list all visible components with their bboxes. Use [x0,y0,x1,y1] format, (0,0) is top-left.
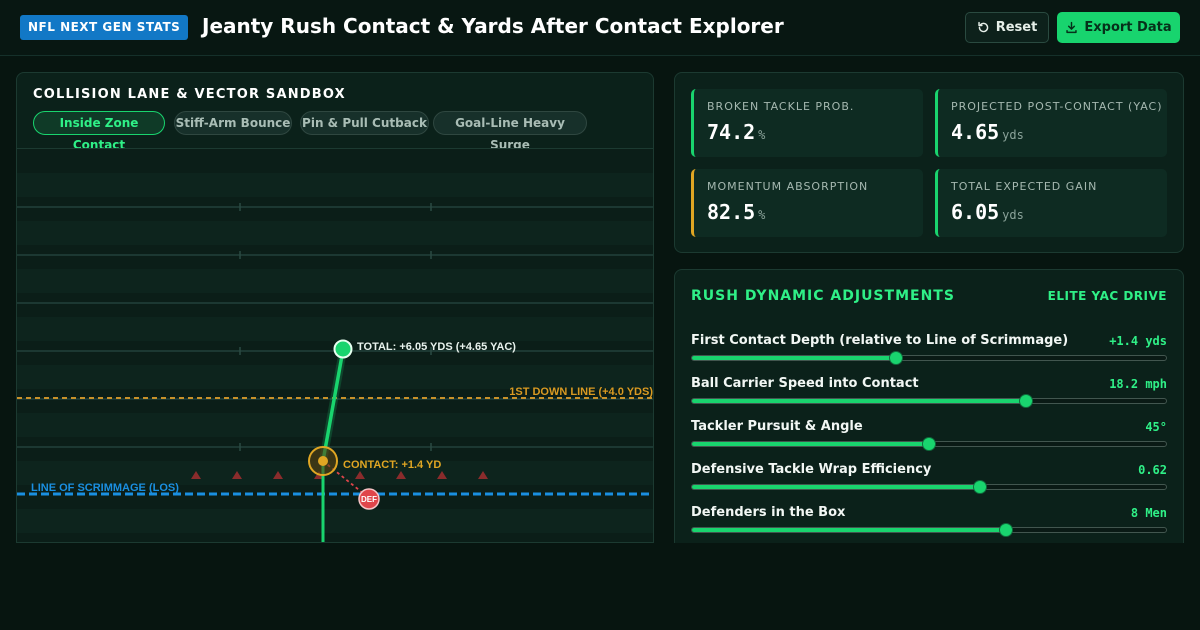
slider-wrap-efficiency: Defensive Tackle Wrap Efficiency 0.62 [691,462,1167,498]
slider-label: Ball Carrier Speed into Contact [691,376,919,391]
stat-value: 82.5% [707,200,766,224]
slider-track[interactable] [691,523,1167,537]
slider-value: 18.2 mph [1109,377,1167,391]
stat-card-broken-tackle: BROKEN TACKLE PROB. 74.2% [691,89,923,157]
reset-button-label: Reset [995,20,1038,35]
slider-track[interactable] [691,394,1167,408]
field-canvas: 1ST DOWN LINE (+4.0 YDS) LINE OF SCRIMMA… [17,149,653,542]
stat-label: PROJECTED POST-CONTACT (YAC) [951,100,1163,113]
preset-chip-pin-pull[interactable]: Pin & Pull Cutback [300,111,429,135]
stat-card-yac: PROJECTED POST-CONTACT (YAC) 4.65 yds [935,89,1167,157]
total-gain-endpoint[interactable] [333,339,353,359]
preset-chip-goal-line[interactable]: Goal-Line Heavy Surge [433,111,587,152]
contact-label: CONTACT: +1.4 YD [343,459,441,471]
stat-label: MOMENTUM ABSORPTION [707,180,869,193]
sandbox-title: COLLISION LANE & VECTOR SANDBOX [33,87,346,102]
export-data-button[interactable]: Export Data [1057,12,1180,43]
slider-track[interactable] [691,437,1167,451]
football-field[interactable]: 1ST DOWN LINE (+4.0 YDS) LINE OF SCRIMMA… [17,148,653,542]
page-title: Jeanty Rush Contact & Yards After Contac… [202,14,784,38]
slider-track[interactable] [691,480,1167,494]
slider-value: +1.4 yds [1109,334,1167,348]
slider-thumb[interactable] [1019,394,1034,408]
slider-thumb[interactable] [922,437,936,451]
preset-chip-stiff-arm[interactable]: Stiff-Arm Bounce [174,111,292,135]
slider-value: 0.62 [1138,463,1167,477]
stat-card-momentum: MOMENTUM ABSORPTION 82.5% [691,169,923,237]
stat-label: TOTAL EXPECTED GAIN [951,180,1098,193]
slider-label: Defenders in the Box [691,505,846,520]
slider-label: Defensive Tackle Wrap Efficiency [691,462,932,477]
slider-contact-depth: First Contact Depth (relative to Line of… [691,333,1167,369]
reset-button[interactable]: Reset [965,12,1049,43]
rush-adjustments-panel: RUSH DYNAMIC ADJUSTMENTS ELITE YAC DRIVE… [674,269,1184,543]
stats-panel: BROKEN TACKLE PROB. 74.2% PROJECTED POST… [674,72,1184,253]
slider-label: Tackler Pursuit & Angle [691,419,863,434]
slider-thumb[interactable] [972,480,987,494]
total-label: TOTAL: +6.05 YDS (+4.65 YAC) [357,341,516,353]
ngs-badge: NFL NEXT GEN STATS [20,15,189,40]
slider-value: 8 Men [1130,506,1167,520]
stat-value: 74.2% [707,120,766,144]
stat-value: 6.05 yds [951,200,1024,224]
collision-sandbox-panel: COLLISION LANE & VECTOR SANDBOX Inside Z… [16,72,654,543]
slider-label: First Contact Depth (relative to Line of… [691,333,1069,348]
slider-tackler-angle: Tackler Pursuit & Angle 45° [691,419,1167,455]
contact-point-dot [318,456,328,466]
slider-value: 45° [1145,420,1167,434]
first-down-label: 1ST DOWN LINE (+4.0 YDS) [509,386,653,398]
slider-defenders-in-box: Defenders in the Box 8 Men [691,505,1167,541]
slider-carrier-speed: Ball Carrier Speed into Contact 18.2 mph [691,376,1167,412]
stat-card-total-gain: TOTAL EXPECTED GAIN 6.05 yds [935,169,1167,237]
export-button-label: Export Data [1084,20,1172,35]
preset-chip-inside-zone[interactable]: Inside Zone Contact [33,111,165,152]
reset-icon [977,21,990,34]
stat-value: 4.65 yds [951,120,1024,144]
stat-label: BROKEN TACKLE PROB. [707,100,855,113]
adjustments-title: RUSH DYNAMIC ADJUSTMENTS [691,288,955,304]
top-header: NFL NEXT GEN STATS Jeanty Rush Contact &… [0,0,1200,56]
slider-track[interactable] [691,351,1167,365]
slider-thumb[interactable] [888,351,903,365]
defender-label: DEF [361,495,377,504]
slider-thumb[interactable] [998,523,1013,537]
drive-rating-badge: ELITE YAC DRIVE [1047,289,1167,303]
los-label: LINE OF SCRIMMAGE (LOS) [31,482,179,494]
download-icon [1065,21,1078,34]
